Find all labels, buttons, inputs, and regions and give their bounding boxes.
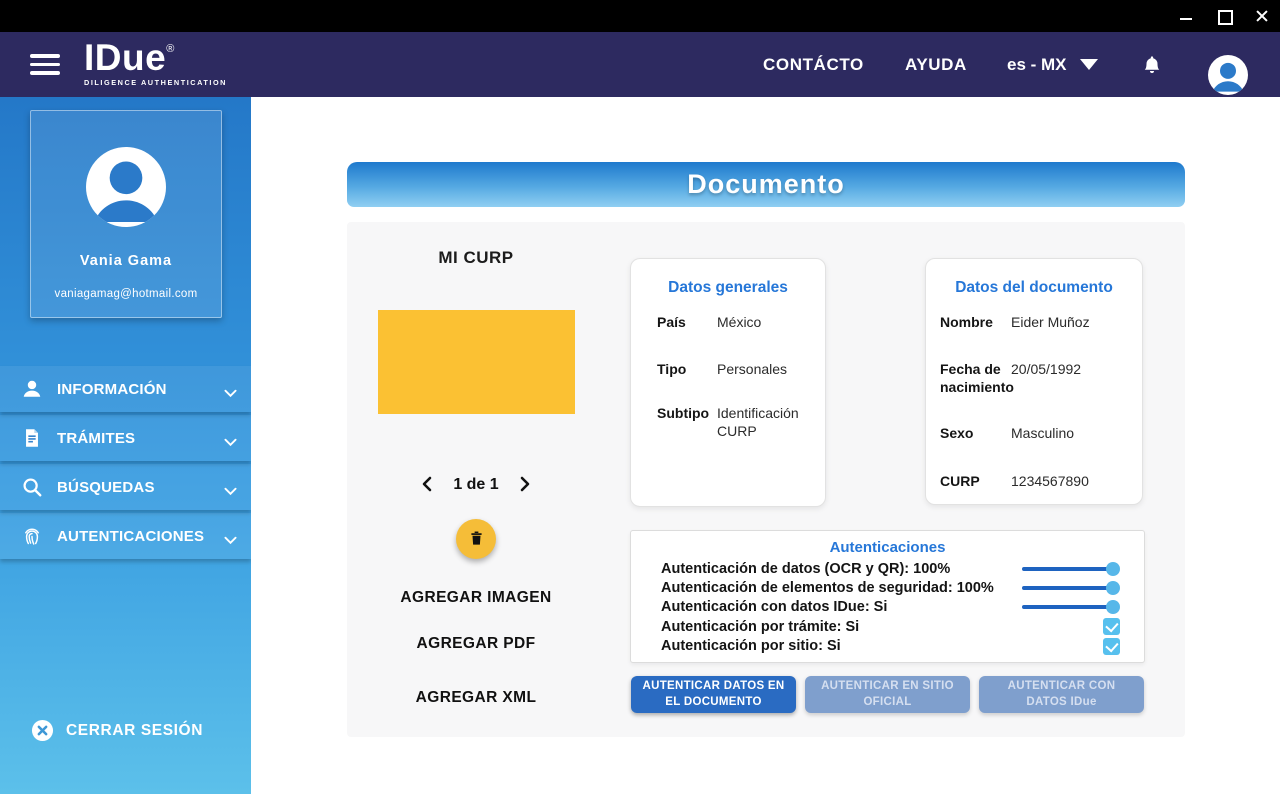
data-row: Nombre Eider Muñoz	[940, 314, 1136, 332]
prev-page-button[interactable]	[420, 476, 434, 494]
chevron-down-icon	[224, 385, 237, 394]
x-circle-icon	[31, 719, 54, 742]
chevron-down-icon	[224, 532, 237, 541]
window-maximize-icon[interactable]	[1216, 8, 1232, 24]
document-name: MI CURP	[347, 248, 605, 268]
authenticate-document-button[interactable]: AUTENTICAR DATOS EN EL DOCUMENTO	[631, 676, 796, 713]
page-title: Documento	[687, 169, 845, 200]
user-avatar[interactable]	[1208, 55, 1248, 95]
auth-checkbox[interactable]	[1103, 618, 1120, 635]
sidebar-item-label: BÚSQUEDAS	[57, 479, 224, 496]
data-row: Sexo Masculino	[940, 425, 1136, 443]
authenticate-idue-data-button[interactable]: AUTENTICAR CON DATOS IDue	[979, 676, 1144, 713]
logout-button[interactable]: CERRAR SESIÓN	[31, 719, 203, 742]
next-page-button[interactable]	[518, 476, 532, 494]
profile-email: vaniagamag@hotmail.com	[31, 288, 221, 300]
data-row: Subtipo Identificación CURP	[657, 405, 817, 440]
window-close-icon[interactable]	[1254, 8, 1270, 24]
add-xml-button[interactable]: AGREGAR XML	[347, 689, 605, 707]
document-icon	[21, 427, 43, 449]
auth-row: Autenticación con datos IDue: Si	[631, 598, 1144, 617]
notifications-bell-icon[interactable]	[1141, 54, 1163, 76]
action-buttons: AUTENTICAR DATOS EN EL DOCUMENTO AUTENTI…	[631, 676, 1144, 713]
sidebar-item-autenticaciones[interactable]: AUTENTICACIONES	[0, 513, 251, 559]
chevron-down-icon	[224, 483, 237, 492]
profile-card: Vania Gama vaniagamag@hotmail.com	[30, 110, 222, 318]
trash-icon	[468, 529, 485, 550]
auth-row: Autenticación por sitio: Si	[631, 637, 1144, 656]
add-pdf-button[interactable]: AGREGAR PDF	[347, 635, 605, 653]
app-logo[interactable]: IDue® DILIGENCE AUTHENTICATION	[84, 39, 227, 87]
page-indicator: 1 de 1	[453, 476, 498, 494]
data-row: CURP 1234567890	[940, 473, 1136, 491]
chevron-down-icon	[1080, 59, 1098, 70]
logo-title: IDue®	[84, 39, 227, 76]
data-row: Tipo Personales	[657, 361, 817, 379]
menu-icon[interactable]	[30, 54, 60, 75]
app-header: IDue® DILIGENCE AUTHENTICATION CONTÁCTO …	[0, 32, 1280, 97]
language-selector[interactable]: es - MX	[1007, 32, 1098, 97]
card-title: Datos del documento	[926, 279, 1142, 297]
delete-document-button[interactable]	[456, 519, 496, 559]
auth-row: Autenticación de datos (OCR y QR): 100%	[631, 559, 1144, 578]
window-titlebar	[0, 0, 1280, 32]
nav-contacto[interactable]: CONTÁCTO	[763, 32, 864, 97]
profile-name: Vania Gama	[31, 253, 221, 269]
chevron-down-icon	[224, 434, 237, 443]
main-content: Documento MI CURP 1 de 1 AGREGAR IMAGEN …	[251, 97, 1280, 794]
pagination: 1 de 1	[347, 474, 605, 496]
user-icon	[21, 378, 43, 400]
sidebar-item-label: AUTENTICACIONES	[57, 528, 224, 545]
logout-label: CERRAR SESIÓN	[66, 722, 203, 740]
sidebar-menu: INFORMACIÓN TRÁMITES BÚSQUEDAS	[0, 366, 251, 562]
add-image-button[interactable]: AGREGAR IMAGEN	[347, 589, 605, 607]
search-icon	[21, 476, 43, 498]
authentications-card: Autenticaciones Autenticación de datos (…	[630, 530, 1145, 663]
document-preview[interactable]	[378, 310, 575, 414]
card-title: Datos generales	[631, 279, 825, 297]
nav-ayuda[interactable]: AYUDA	[905, 32, 967, 97]
sidebar-item-tramites[interactable]: TRÁMITES	[0, 415, 251, 461]
page-title-banner: Documento	[347, 162, 1185, 207]
window-minimize-icon[interactable]	[1178, 8, 1194, 24]
auth-row: Autenticación por trámite: Si	[631, 617, 1144, 636]
authenticate-official-site-button[interactable]: AUTENTICAR EN SITIO OFICIAL	[805, 676, 970, 713]
language-value: es - MX	[1007, 55, 1067, 75]
logo-subtitle: DILIGENCE AUTHENTICATION	[84, 78, 227, 87]
auth-slider[interactable]	[1022, 600, 1120, 614]
sidebar-item-busquedas[interactable]: BÚSQUEDAS	[0, 464, 251, 510]
data-row: País México	[657, 314, 817, 332]
auth-row: Autenticación de elementos de seguridad:…	[631, 578, 1144, 597]
document-panel: MI CURP 1 de 1 AGREGAR IMAGEN AGREGAR PD…	[347, 222, 1185, 737]
sidebar-item-informacion[interactable]: INFORMACIÓN	[0, 366, 251, 412]
general-data-card: Datos generales País México Tipo Persona…	[630, 258, 826, 507]
auth-slider[interactable]	[1022, 581, 1120, 595]
sidebar-item-label: INFORMACIÓN	[57, 381, 224, 398]
sidebar: Vania Gama vaniagamag@hotmail.com INFORM…	[0, 97, 251, 794]
sidebar-item-label: TRÁMITES	[57, 430, 224, 447]
data-row: Fecha de nacimiento 20/05/1992	[940, 361, 1136, 396]
card-title: Autenticaciones	[631, 539, 1144, 556]
auth-checkbox[interactable]	[1103, 638, 1120, 655]
document-data-card: Datos del documento Nombre Eider Muñoz F…	[925, 258, 1143, 505]
profile-avatar	[86, 147, 166, 227]
fingerprint-icon	[21, 525, 43, 547]
auth-slider[interactable]	[1022, 562, 1120, 576]
